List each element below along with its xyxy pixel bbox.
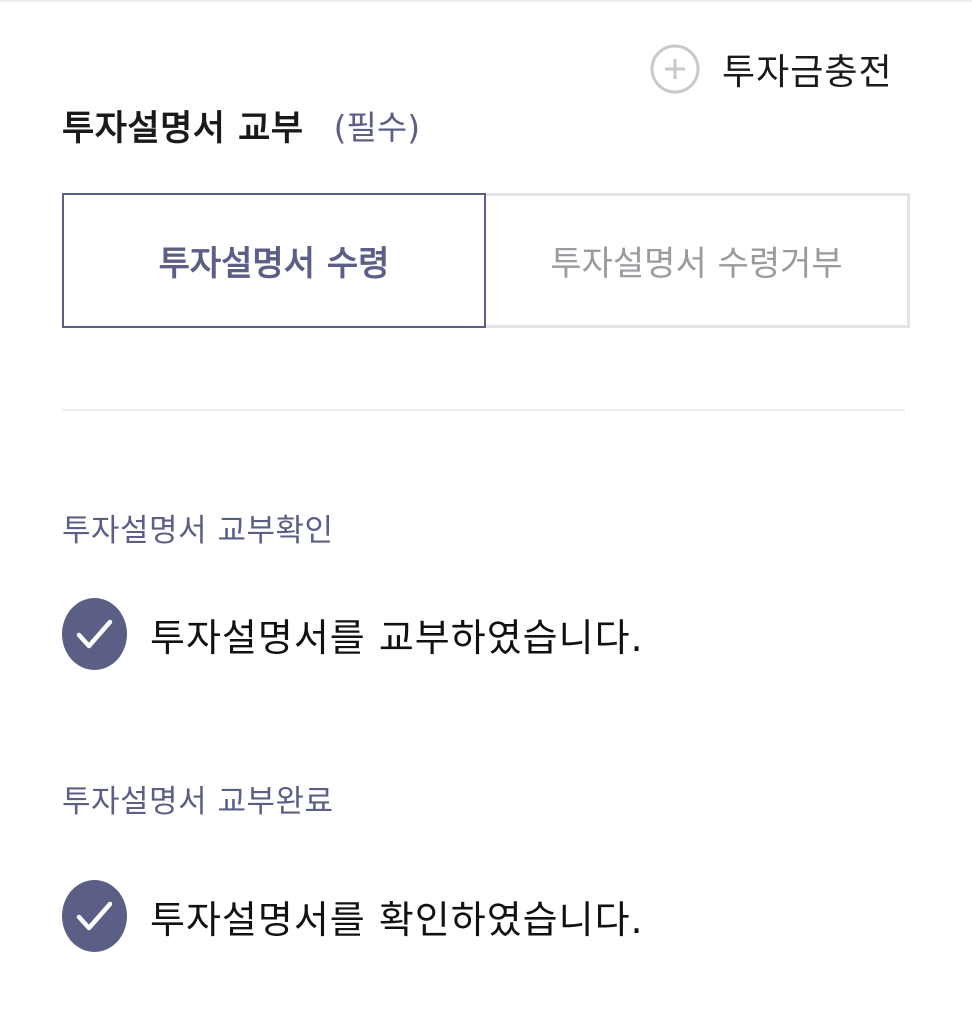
charge-investment-button[interactable]: 투자금충전 — [650, 40, 893, 98]
delivery-complete-text: 투자설명서를 확인하였습니다. — [150, 897, 644, 942]
prospectus-segmented-control: 투자설명서 수령 투자설명서 수령거부 — [62, 193, 910, 328]
section-title: 투자설명서 교부 (필수) — [62, 100, 420, 150]
check-circle-icon — [62, 598, 127, 670]
receive-prospectus-option[interactable]: 투자설명서 수령 — [62, 193, 486, 328]
check-circle-icon — [62, 880, 127, 952]
refuse-prospectus-option[interactable]: 투자설명서 수령거부 — [486, 193, 910, 328]
section-divider — [62, 409, 905, 411]
charge-investment-label: 투자금충전 — [722, 52, 893, 93]
delivery-confirm-label: 투자설명서 교부확인 — [62, 513, 334, 549]
delivery-confirm-text: 투자설명서를 교부하였습니다. — [150, 615, 644, 660]
delivery-complete-label: 투자설명서 교부완료 — [62, 784, 334, 820]
top-divider — [0, 0, 972, 2]
delivery-complete-checkbox[interactable]: 투자설명서를 확인하였습니다. — [62, 880, 644, 952]
delivery-confirm-checkbox[interactable]: 투자설명서를 교부하였습니다. — [62, 598, 644, 670]
plus-circle-icon — [650, 44, 700, 94]
page-title: 투자설명서 교부 — [62, 108, 304, 149]
required-indicator: (필수) — [333, 108, 421, 147]
